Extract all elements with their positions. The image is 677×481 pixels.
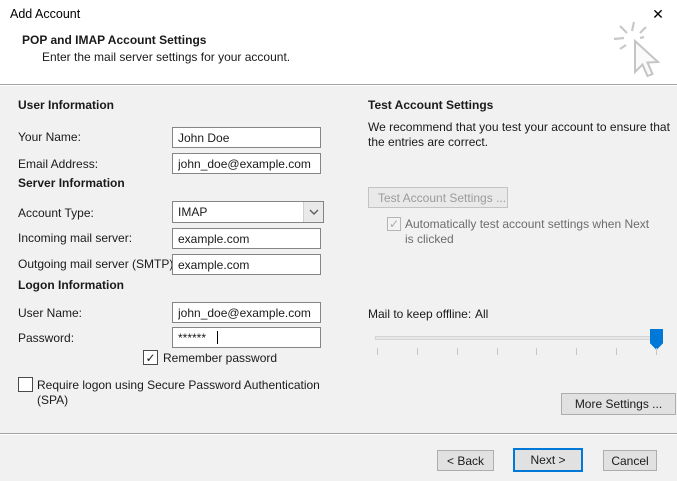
text-caret xyxy=(217,331,218,344)
more-settings-button[interactable]: More Settings ... xyxy=(561,393,676,415)
spa-checkbox[interactable] xyxy=(18,377,33,392)
section-user-information: User Information xyxy=(18,98,115,112)
outgoing-server-input[interactable] xyxy=(172,254,321,275)
incoming-server-label: Incoming mail server: xyxy=(18,231,133,245)
test-account-settings-button[interactable]: Test Account Settings ... xyxy=(368,187,508,208)
password-input[interactable] xyxy=(172,327,321,348)
password-label: Password: xyxy=(18,331,75,345)
add-account-dialog: Add Account ✕ POP and IMAP Account Setti… xyxy=(0,0,677,481)
account-type-label: Account Type: xyxy=(18,206,94,220)
back-button[interactable]: < Back xyxy=(437,450,494,471)
your-name-label: Your Name: xyxy=(18,130,81,144)
footer-divider xyxy=(0,433,677,435)
offline-slider-ticks xyxy=(377,348,657,355)
offline-slider-track[interactable] xyxy=(375,336,663,340)
mail-offline-value: All xyxy=(475,307,489,321)
next-button[interactable]: Next > xyxy=(513,448,583,472)
page-title: POP and IMAP Account Settings xyxy=(22,33,207,47)
account-type-value: IMAP xyxy=(178,205,208,219)
account-type-select[interactable]: IMAP xyxy=(172,201,324,223)
header-banner: Add Account ✕ POP and IMAP Account Setti… xyxy=(0,0,677,84)
email-address-input[interactable] xyxy=(172,153,321,174)
offline-slider-thumb[interactable] xyxy=(650,329,663,350)
incoming-server-input[interactable] xyxy=(172,228,321,249)
window-title: Add Account xyxy=(10,7,81,21)
page-subtitle: Enter the mail server settings for your … xyxy=(42,50,291,64)
cancel-button[interactable]: Cancel xyxy=(603,450,657,471)
section-logon-information: Logon Information xyxy=(18,278,124,292)
user-name-input[interactable] xyxy=(172,302,321,323)
spa-label: Require logon using Secure Password Auth… xyxy=(37,378,320,407)
cursor-sparkle-icon xyxy=(613,21,661,78)
section-server-information: Server Information xyxy=(18,176,125,190)
auto-test-checkbox[interactable]: ✓ xyxy=(387,217,401,231)
section-test-account-settings: Test Account Settings xyxy=(368,98,494,112)
your-name-input[interactable] xyxy=(172,127,321,148)
check-icon: ✓ xyxy=(388,217,400,231)
outgoing-server-label: Outgoing mail server (SMTP): xyxy=(18,257,177,271)
mail-offline-label: Mail to keep offline: xyxy=(368,307,472,321)
remember-password-label: Remember password xyxy=(163,351,278,365)
test-description: We recommend that you test your account … xyxy=(368,120,670,149)
check-icon: ✓ xyxy=(145,350,156,365)
remember-password-checkbox[interactable]: ✓ xyxy=(143,350,158,365)
chevron-down-icon[interactable] xyxy=(303,202,323,222)
auto-test-label: Automatically test account settings when… xyxy=(405,217,650,246)
banner-divider xyxy=(0,84,677,86)
email-address-label: Email Address: xyxy=(18,157,99,171)
user-name-label: User Name: xyxy=(18,306,83,320)
